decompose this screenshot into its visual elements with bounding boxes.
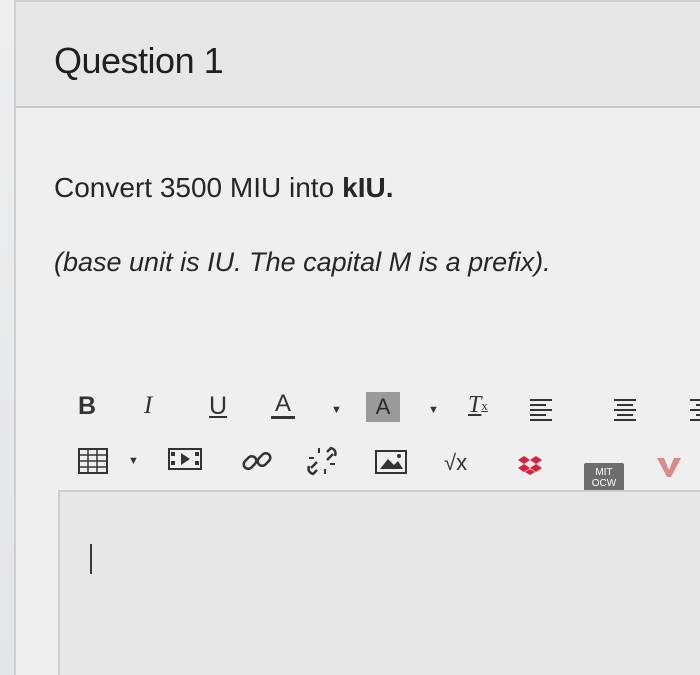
ocw-label: OCW — [591, 478, 617, 489]
background-color-button[interactable]: A — [366, 392, 400, 422]
mit-label: MIT — [595, 467, 613, 478]
background-color-dropdown-icon[interactable]: ▼ — [428, 404, 439, 416]
media-icon[interactable] — [168, 448, 202, 470]
font-color-dropdown-icon[interactable]: ▼ — [331, 404, 342, 416]
question-header: Question 1 — [16, 0, 700, 108]
italic-button[interactable]: I — [144, 392, 152, 420]
align-center-icon[interactable] — [612, 396, 638, 422]
question-hint: (base unit is IU. The capital M is a pre… — [54, 247, 551, 277]
equation-button[interactable]: √x — [444, 450, 467, 476]
answer-editor[interactable] — [58, 490, 700, 675]
screen: Question 1 Convert 3500 MIU into kIU. (ba… — [0, 0, 700, 675]
font-color-button[interactable]: A — [271, 392, 296, 419]
v-mark-icon[interactable] — [656, 456, 682, 478]
align-left-icon[interactable] — [528, 396, 554, 422]
bold-button[interactable]: B — [78, 392, 96, 421]
image-icon[interactable] — [375, 450, 407, 474]
dropbox-icon[interactable] — [518, 455, 542, 475]
remove-format-button[interactable]: Tx — [468, 392, 488, 419]
remove-format-label: T — [468, 392, 482, 418]
question-panel: Question 1 Convert 3500 MIU into kIU. (ba… — [14, 0, 700, 675]
table-dropdown-icon[interactable]: ▼ — [128, 455, 139, 467]
align-right-icon[interactable] — [688, 396, 700, 422]
text-caret — [90, 544, 92, 574]
remove-format-sub: x — [481, 397, 488, 413]
question-text-main: Convert 3500 MIU into — [54, 172, 335, 203]
question-text: Convert 3500 MIU into kIU. — [54, 172, 394, 204]
question-title: Question 1 — [54, 40, 224, 81]
mit-ocw-icon[interactable]: MIT OCW — [584, 463, 624, 493]
unlink-icon[interactable] — [305, 444, 339, 478]
table-icon[interactable] — [78, 448, 108, 474]
underline-button[interactable]: U — [209, 392, 227, 421]
link-icon[interactable] — [240, 444, 274, 478]
question-text-bold: kIU. — [342, 172, 394, 203]
